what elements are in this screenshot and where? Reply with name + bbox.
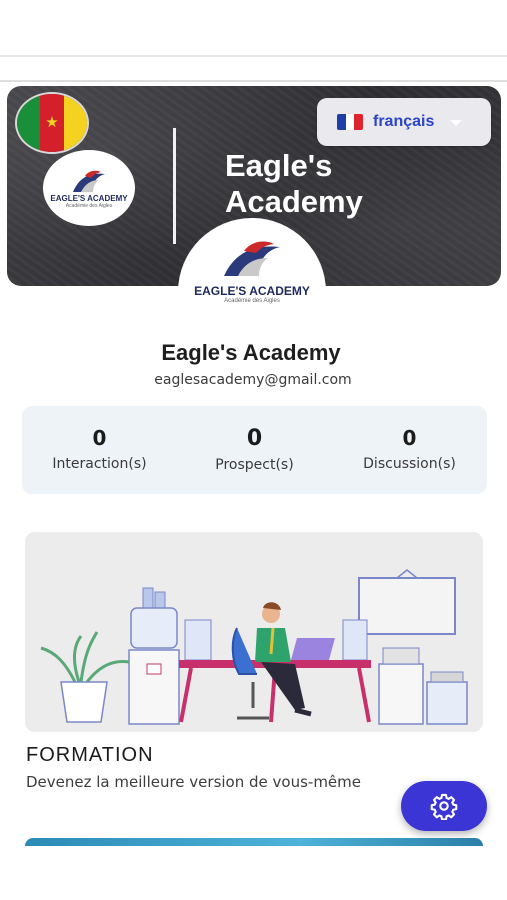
stat-label: Discussion(s) — [363, 456, 456, 472]
stat-label: Prospect(s) — [215, 457, 294, 473]
next-card-preview[interactable] — [25, 838, 483, 846]
header-divider — [0, 80, 507, 82]
stat-label: Interaction(s) — [52, 456, 147, 472]
feature-card-subtitle: Devenez la meilleure version de vous-mêm… — [26, 773, 361, 791]
language-label: français — [373, 113, 435, 130]
stats-panel: 0 Interaction(s) 0 Prospect(s) 0 Discuss… — [22, 406, 487, 494]
banner-title: Eagle's Academy — [225, 148, 363, 219]
eagle-icon — [224, 241, 280, 276]
language-selector[interactable]: français — [317, 98, 491, 146]
avatar-logo-text: EAGLE'S ACADEMY — [194, 284, 310, 298]
profile-name: Eagle's Academy — [161, 340, 341, 365]
stat-prospects[interactable]: 0 Prospect(s) — [177, 406, 332, 494]
feature-card-title: FORMATION — [26, 744, 154, 766]
academy-logo-small: EAGLE'S ACADEMY Académie des Aigles — [43, 150, 135, 226]
avatar-logo-subtext: Académie des Aigles — [224, 298, 280, 304]
gear-icon — [430, 793, 458, 820]
top-divider — [0, 55, 507, 57]
formation-card-illustration[interactable] — [25, 532, 483, 732]
academy-logo-avatar: EAGLE'S ACADEMY Académie des Aigles — [178, 218, 326, 318]
app-top-bar — [0, 0, 507, 56]
stat-interactions[interactable]: 0 Interaction(s) — [22, 406, 177, 494]
cameroon-flag-icon: ★ — [15, 92, 89, 154]
stat-value: 0 — [246, 426, 263, 451]
stat-discussions[interactable]: 0 Discussion(s) — [332, 406, 487, 494]
office-worker-illustration — [40, 569, 468, 725]
chevron-down-icon — [450, 120, 463, 126]
banner-divider — [173, 128, 176, 244]
profile-email: eaglesacademy@gmail.com — [154, 372, 352, 388]
small-logo-subtext: Académie des Aigles — [65, 202, 113, 209]
settings-button[interactable] — [401, 781, 487, 831]
eagle-icon — [73, 170, 105, 192]
stat-value: 0 — [402, 426, 417, 450]
small-logo-text: EAGLE'S ACADEMY — [50, 193, 128, 203]
stat-value: 0 — [92, 426, 107, 450]
france-flag-icon — [337, 114, 363, 130]
